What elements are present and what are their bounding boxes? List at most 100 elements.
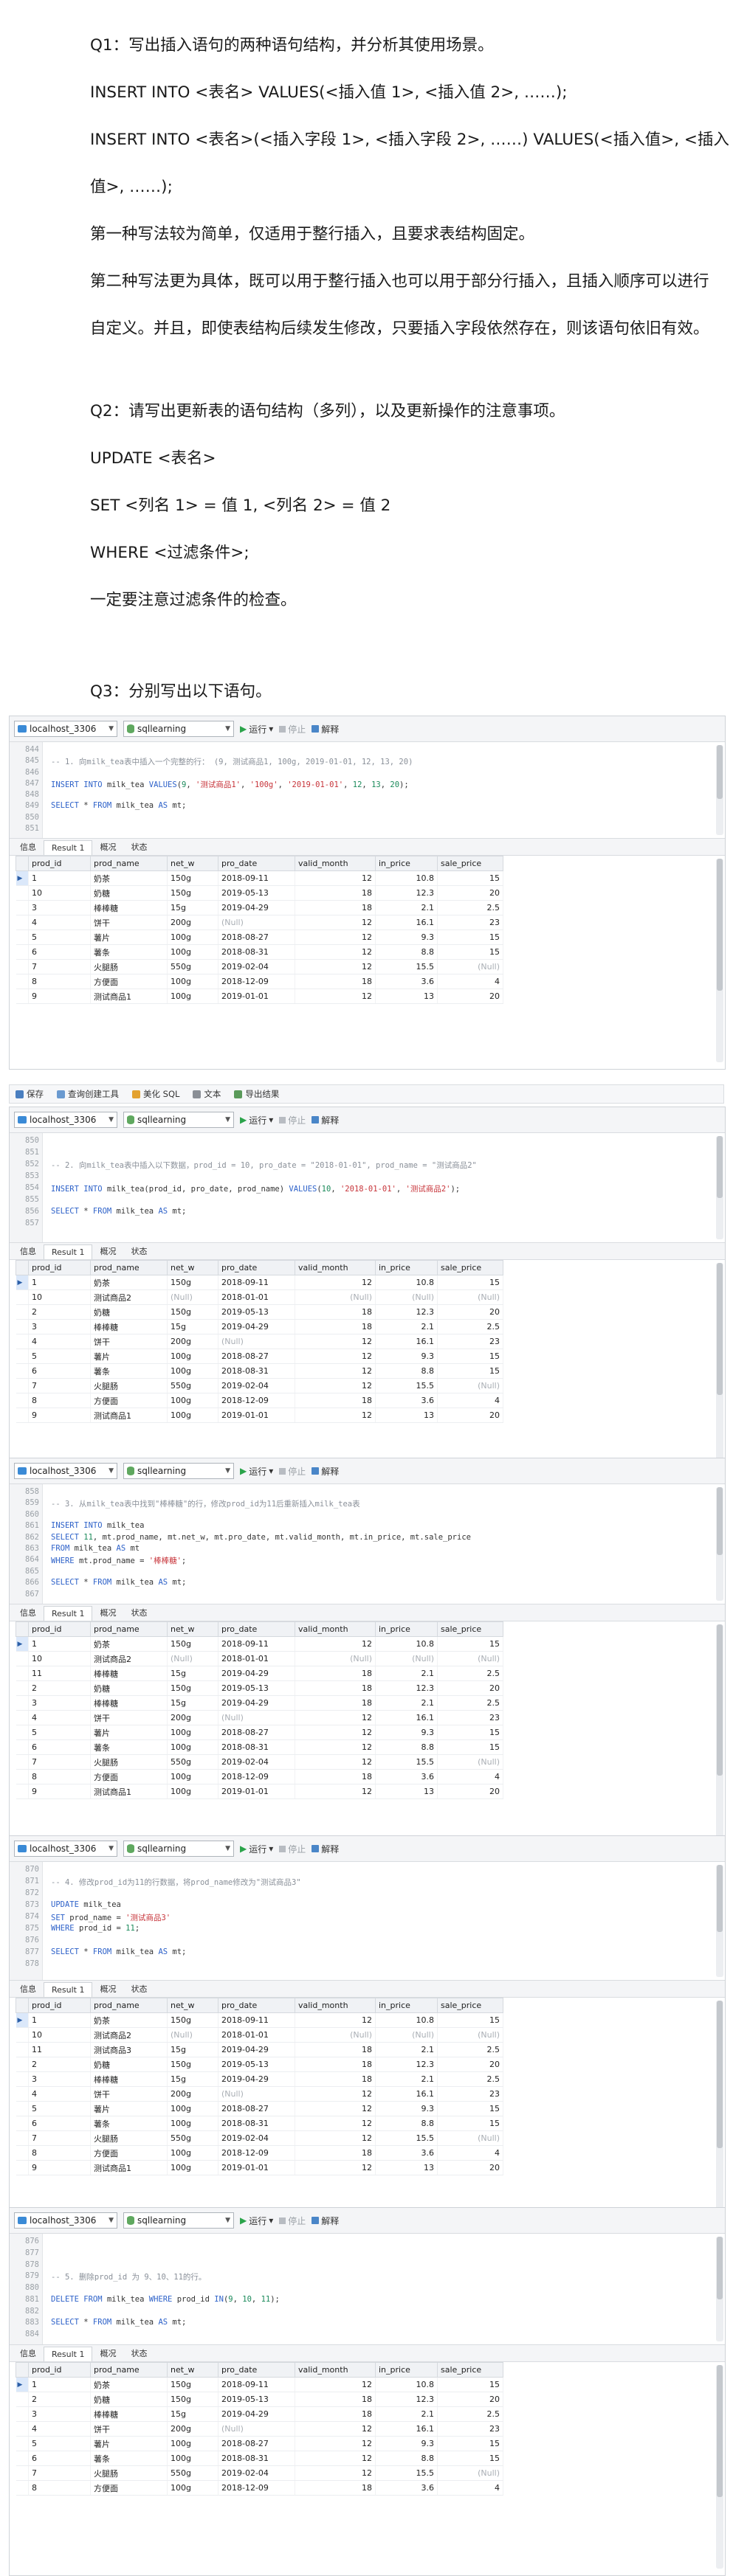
table-cell[interactable]: 1 <box>28 2012 91 2028</box>
table-cell[interactable]: 奶糖 <box>90 2392 168 2407</box>
column-header[interactable]: pro_date <box>218 1260 295 1275</box>
table-cell[interactable]: 2018-08-27 <box>218 2436 295 2451</box>
table-cell[interactable]: 棒棒糖 <box>90 1695 168 1711</box>
scrollbar-thumb[interactable] <box>717 745 723 800</box>
table-cell[interactable]: 12 <box>295 2421 376 2437</box>
table-cell[interactable]: 2.1 <box>375 1319 438 1334</box>
table-cell[interactable]: 18 <box>295 2406 376 2422</box>
stop-button[interactable]: 停止 <box>279 1465 306 1478</box>
table-cell[interactable]: 4 <box>28 915 91 930</box>
column-header[interactable]: net_w <box>167 1998 218 2013</box>
table-cell[interactable]: 13 <box>375 2160 438 2175</box>
result-tab[interactable]: 信息 <box>13 1243 44 1259</box>
table-cell[interactable]: 9.3 <box>375 929 438 945</box>
table-cell[interactable]: 测试商品1 <box>90 988 168 1004</box>
scrollbar-thumb[interactable] <box>717 2001 723 2149</box>
column-header[interactable]: prod_id <box>28 856 91 871</box>
table-cell[interactable]: 9 <box>28 1784 91 1799</box>
table-cell[interactable]: 5 <box>28 1348 91 1364</box>
table-cell[interactable]: 2019-04-29 <box>218 1666 295 1681</box>
text-button[interactable]: 文本 <box>193 1088 221 1100</box>
table-cell[interactable]: 15 <box>437 1275 503 1290</box>
table-cell[interactable]: 方便面 <box>90 2145 168 2161</box>
table-row[interactable]: 2 奶糖 150g 2019-05-13 18 12.3 20 <box>16 1304 503 1320</box>
table-cell[interactable]: 2.1 <box>375 2406 438 2422</box>
table-cell[interactable]: 5 <box>28 2101 91 2116</box>
table-cell[interactable]: 奶茶 <box>90 1636 168 1652</box>
table-cell[interactable]: 2019-05-13 <box>218 885 295 901</box>
table-cell[interactable]: 18 <box>295 900 376 915</box>
result-tab[interactable]: 概况 <box>92 839 123 855</box>
column-header[interactable]: pro_date <box>218 1621 295 1637</box>
column-header[interactable]: net_w <box>167 1260 218 1275</box>
table-cell[interactable]: 2019-01-01 <box>218 2160 295 2175</box>
table-cell[interactable]: 12 <box>295 1710 376 1725</box>
editor-scrollbar[interactable] <box>716 1865 723 1977</box>
column-header[interactable]: sale_price <box>437 1998 503 2013</box>
column-header[interactable]: prod_id <box>28 2362 91 2378</box>
table-cell[interactable]: 12.3 <box>375 885 438 901</box>
table-cell[interactable]: 方便面 <box>90 1769 168 1784</box>
table-cell[interactable]: 3 <box>28 2406 91 2422</box>
table-cell[interactable]: 2.1 <box>375 1666 438 1681</box>
table-row[interactable]: 9 测试商品1 100g 2019-01-01 12 13 20 <box>16 988 503 1004</box>
table-cell[interactable]: 12 <box>295 1363 376 1379</box>
scrollbar-thumb[interactable] <box>717 1263 723 1396</box>
table-cell[interactable]: 100g <box>167 1725 218 1740</box>
table-cell[interactable]: 2018-08-27 <box>218 2101 295 2116</box>
table-cell[interactable]: 20 <box>437 885 503 901</box>
table-cell[interactable]: 23 <box>437 1710 503 1725</box>
table-cell[interactable]: 9.3 <box>375 1348 438 1364</box>
result-tab[interactable]: 信息 <box>13 839 44 855</box>
table-cell[interactable]: 6 <box>28 1363 91 1379</box>
table-cell[interactable]: (Null) <box>295 2027 376 2043</box>
table-row[interactable]: 3 棒棒糖 15g 2019-04-29 18 2.1 2.5 <box>16 2406 503 2422</box>
table-cell[interactable]: 奶茶 <box>90 870 168 886</box>
grid-scrollbar[interactable] <box>716 2365 723 2569</box>
table-cell[interactable]: 4 <box>437 1393 503 1408</box>
code-editor[interactable]: 876 877 878 879 -- 5. 删除prod_id 为 9、10、11的行。… <box>10 2234 725 2345</box>
run-button[interactable]: ▶ 运行 ▾ <box>240 1114 273 1126</box>
table-cell[interactable]: 23 <box>437 1334 503 1349</box>
table-row[interactable]: 4 饼干 200g (Null) 12 16.1 23 <box>16 1334 503 1349</box>
database-select[interactable]: sqllearning ▼ <box>123 721 234 737</box>
table-row[interactable]: 11 测试商品3 15g 2019-04-29 18 2.1 2.5 <box>16 2042 503 2057</box>
table-cell[interactable]: 15 <box>437 1739 503 1755</box>
result-tab[interactable]: Result 1 <box>44 840 93 855</box>
table-cell[interactable]: 100g <box>167 1363 218 1379</box>
column-header[interactable]: prod_name <box>90 856 168 871</box>
result-tab[interactable]: 状态 <box>123 1604 154 1621</box>
result-tab[interactable]: Result 1 <box>44 1982 93 1997</box>
table-cell[interactable]: 6 <box>28 2116 91 2131</box>
table-cell[interactable]: 火腿肠 <box>90 1754 168 1770</box>
table-cell[interactable]: 10 <box>28 2027 91 2043</box>
table-cell[interactable]: 18 <box>295 1393 376 1408</box>
table-row[interactable]: 3 棒棒糖 15g 2019-04-29 18 2.1 2.5 <box>16 1319 503 1334</box>
table-cell[interactable]: 100g <box>167 1739 218 1755</box>
table-cell[interactable]: 3 <box>28 1695 91 1711</box>
table-cell[interactable]: 12 <box>295 988 376 1004</box>
column-header[interactable]: pro_date <box>218 856 295 871</box>
table-cell[interactable]: 2018-08-27 <box>218 1348 295 1364</box>
table-cell[interactable]: 方便面 <box>90 2480 168 2496</box>
table-cell[interactable]: 3 <box>28 2071 91 2087</box>
table-cell[interactable]: 13 <box>375 1784 438 1799</box>
table-cell[interactable]: (Null) <box>218 1334 295 1349</box>
table-cell[interactable]: 2018-08-31 <box>218 944 295 960</box>
table-cell[interactable]: 15.5 <box>375 2130 438 2146</box>
table-cell[interactable]: 15 <box>437 2101 503 2116</box>
table-cell[interactable]: 13 <box>375 988 438 1004</box>
table-cell[interactable]: 奶茶 <box>90 1275 168 1290</box>
table-cell[interactable]: 2019-02-04 <box>218 2465 295 2481</box>
table-cell[interactable]: 2019-04-29 <box>218 900 295 915</box>
table-cell[interactable]: 20 <box>437 1680 503 1696</box>
table-row[interactable]: 3 棒棒糖 15g 2019-04-29 18 2.1 2.5 <box>16 1695 503 1711</box>
table-cell[interactable]: 18 <box>295 974 376 989</box>
table-cell[interactable]: 12.3 <box>375 1680 438 1696</box>
table-cell[interactable]: 12.3 <box>375 1304 438 1320</box>
table-row[interactable]: ▶ 1 奶茶 150g 2018-09-11 12 10.8 15 <box>16 2377 503 2392</box>
table-cell[interactable]: 15.5 <box>375 1754 438 1770</box>
table-cell[interactable]: 15g <box>167 1695 218 1711</box>
table-cell[interactable]: 15 <box>437 929 503 945</box>
table-cell[interactable]: 12 <box>295 2436 376 2451</box>
